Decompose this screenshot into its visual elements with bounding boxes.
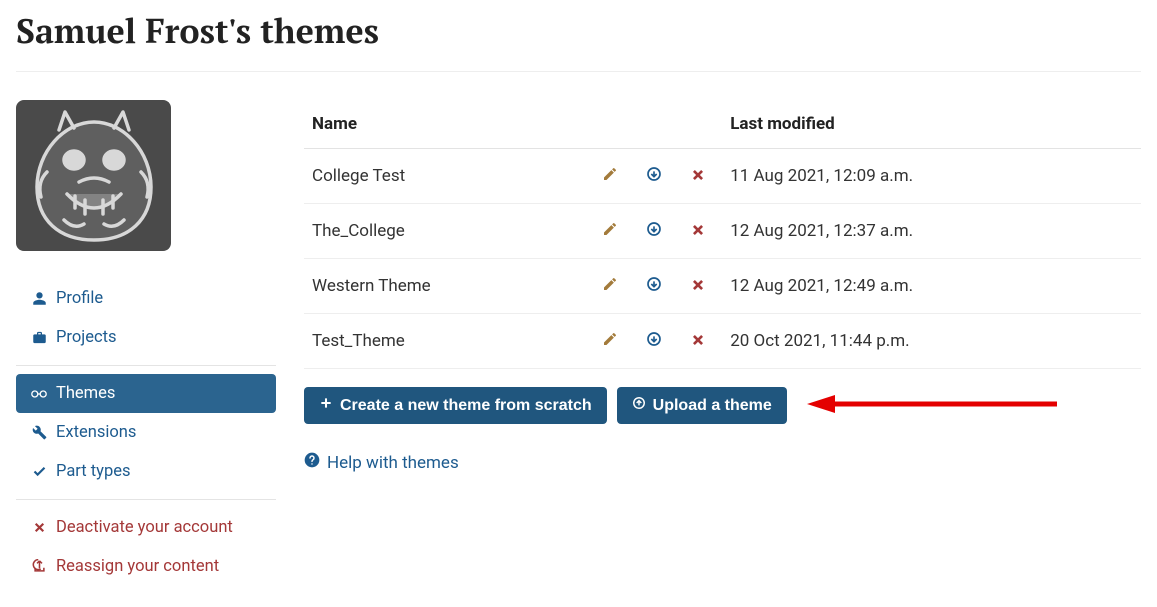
sidebar-item-label: Reassign your content [56,557,219,576]
main-content: Name Last modified College Test 11 Aug 20… [304,100,1141,586]
layout: Profile Projects Themes Extensions [16,100,1141,586]
sidebar-item-extensions[interactable]: Extensions [16,413,276,452]
sidebar-item-label: Themes [56,384,115,403]
create-theme-button[interactable]: Create a new theme from scratch [304,387,607,424]
sidebar-item-projects[interactable]: Projects [16,318,276,357]
col-modified: Last modified [722,100,1141,149]
nav-list: Profile Projects Themes Extensions [16,279,276,586]
sidebar-item-label: Part types [56,462,131,481]
table-row: The_College 12 Aug 2021, 12:37 a.m. [304,204,1141,259]
edit-icon[interactable] [601,220,619,238]
sidebar-item-part-types[interactable]: Part types [16,452,276,491]
col-actions [590,100,634,149]
theme-name: College Test [304,149,590,204]
wrench-icon [30,425,48,440]
delete-icon[interactable] [689,331,707,349]
upload-theme-label: Upload a theme [653,397,772,415]
upload-icon [632,396,646,415]
sidebar-item-deactivate[interactable]: Deactivate your account [16,508,276,547]
upload-theme-button[interactable]: Upload a theme [617,387,787,424]
delete-icon[interactable] [689,221,707,239]
theme-modified: 12 Aug 2021, 12:49 a.m. [722,259,1141,314]
sidebar-item-label: Deactivate your account [56,518,233,537]
theme-modified: 11 Aug 2021, 12:09 a.m. [722,149,1141,204]
x-icon [30,521,48,534]
table-row: College Test 11 Aug 2021, 12:09 a.m. [304,149,1141,204]
sidebar-item-label: Extensions [56,423,136,442]
create-theme-label: Create a new theme from scratch [340,397,592,415]
help-with-themes-link[interactable]: Help with themes [304,452,459,473]
theme-modified: 12 Aug 2021, 12:37 a.m. [722,204,1141,259]
question-icon [304,452,320,473]
avatar [16,100,171,251]
plus-icon [319,396,333,415]
eye-icon [30,387,48,401]
divider [16,71,1141,72]
check-icon [30,464,48,479]
briefcase-icon [30,330,48,345]
nav-separator [16,365,276,366]
button-row: Create a new theme from scratch Upload a… [304,387,1141,424]
delete-icon[interactable] [689,166,707,184]
edit-icon[interactable] [601,330,619,348]
download-icon[interactable] [645,220,663,238]
sidebar-item-reassign[interactable]: Reassign your content [16,547,276,586]
share-icon [30,559,48,574]
themes-table: Name Last modified College Test 11 Aug 20… [304,100,1141,369]
theme-modified: 20 Oct 2021, 11:44 p.m. [722,314,1141,369]
help-label: Help with themes [327,453,459,473]
download-icon[interactable] [645,165,663,183]
edit-icon[interactable] [601,165,619,183]
table-row: Test_Theme 20 Oct 2021, 11:44 p.m. [304,314,1141,369]
sidebar-item-label: Projects [56,328,117,347]
sidebar-item-themes[interactable]: Themes [16,374,276,413]
nav-separator [16,499,276,500]
sidebar-item-label: Profile [56,289,103,308]
theme-name: Test_Theme [304,314,590,369]
edit-icon[interactable] [601,275,619,293]
theme-name: Western Theme [304,259,590,314]
user-icon [30,291,48,306]
download-icon[interactable] [645,330,663,348]
page-title: Samuel Frost's themes [16,8,1141,53]
download-icon[interactable] [645,275,663,293]
theme-name: The_College [304,204,590,259]
annotation-arrow-icon [807,393,1057,419]
table-row: Western Theme 12 Aug 2021, 12:49 a.m. [304,259,1141,314]
col-name: Name [304,100,590,149]
col-actions [678,100,722,149]
delete-icon[interactable] [689,276,707,294]
col-actions [634,100,678,149]
sidebar: Profile Projects Themes Extensions [16,100,276,586]
sidebar-item-profile[interactable]: Profile [16,279,276,318]
